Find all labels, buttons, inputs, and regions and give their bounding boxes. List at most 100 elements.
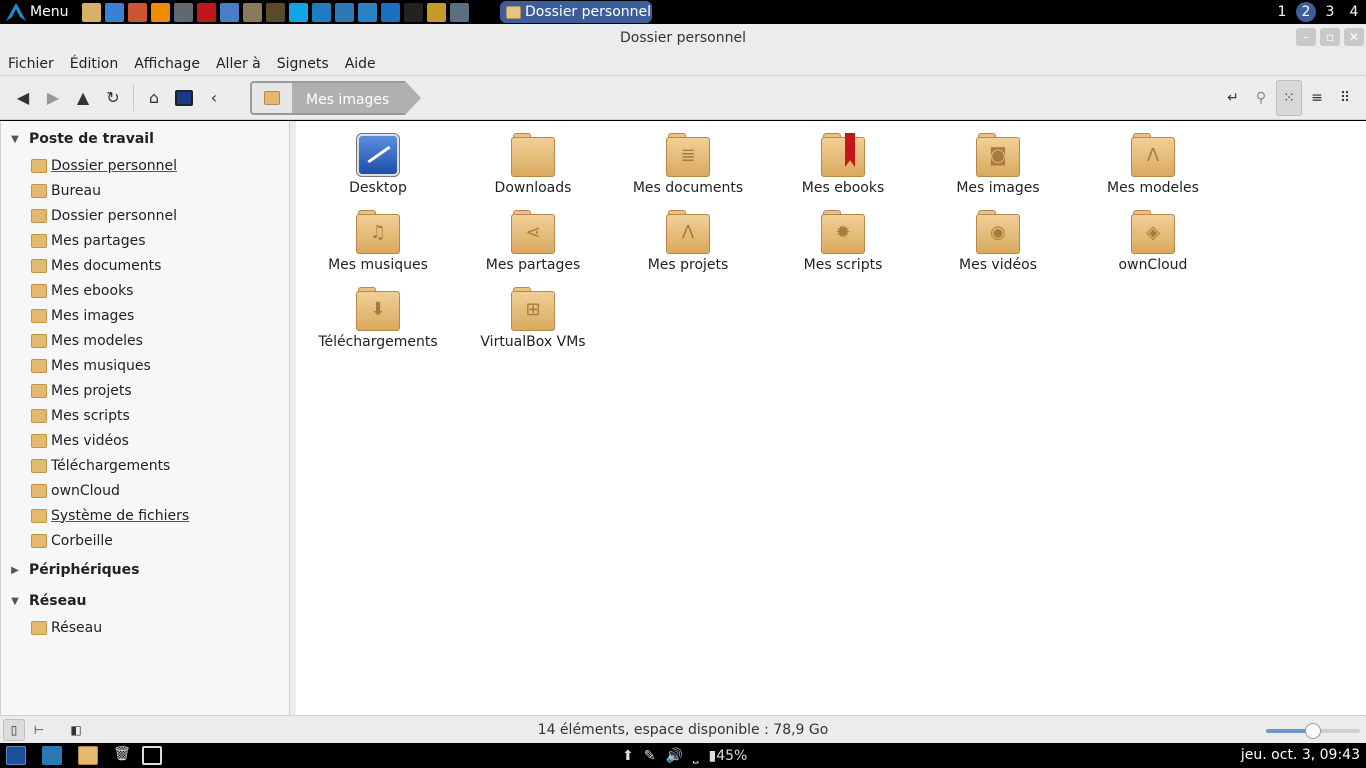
- file-item[interactable]: ◈ ownCloud: [1083, 198, 1223, 274]
- sidebar-item[interactable]: Mes projets: [1, 378, 289, 403]
- up-button[interactable]: ▲: [68, 83, 98, 113]
- file-item[interactable]: Desktop: [308, 121, 448, 197]
- pen-icon[interactable]: ✎: [644, 748, 656, 764]
- file-item[interactable]: ≣ Mes documents: [618, 121, 758, 197]
- sidebar-item[interactable]: Bureau: [1, 178, 289, 203]
- zoom-knob[interactable]: [1305, 723, 1321, 739]
- filezilla-icon[interactable]: [197, 2, 217, 22]
- workspace-4[interactable]: 4: [1342, 4, 1366, 20]
- sidebar-section-header[interactable]: ▶ Périphériques: [1, 556, 289, 584]
- chromium-icon[interactable]: [105, 2, 125, 22]
- computer-button[interactable]: [169, 83, 199, 113]
- file-item[interactable]: ♫ Mes musiques: [308, 198, 448, 274]
- vlc-icon[interactable]: [151, 2, 171, 22]
- monitor-icon[interactable]: [142, 746, 162, 765]
- sidebar-item[interactable]: Téléchargements: [1, 453, 289, 478]
- sidebar-item[interactable]: Mes images: [1, 303, 289, 328]
- sidebar-item[interactable]: Dossier personnel: [1, 153, 289, 178]
- breadcrumb-home[interactable]: [250, 81, 292, 115]
- compact-view-button[interactable]: ⠿: [1332, 80, 1358, 116]
- photos-icon[interactable]: [128, 2, 148, 22]
- sublime-icon[interactable]: [266, 2, 286, 22]
- workspace-2[interactable]: 2: [1296, 2, 1316, 22]
- cloud-icon[interactable]: [450, 2, 470, 22]
- files-icon[interactable]: [82, 2, 102, 22]
- sidebar-item[interactable]: Corbeille: [1, 528, 289, 553]
- file-item[interactable]: Λ Mes modeles: [1083, 121, 1223, 197]
- calculator-icon[interactable]: [381, 2, 401, 22]
- terminal-icon[interactable]: [404, 2, 424, 22]
- sidebar-item[interactable]: Système de fichiers: [1, 503, 289, 528]
- network-icon[interactable]: [358, 2, 378, 22]
- sidebar-item[interactable]: Mes ebooks: [1, 278, 289, 303]
- icon-view-button[interactable]: ⁙: [1276, 80, 1302, 116]
- breadcrumb-scroll-left[interactable]: ‹: [199, 83, 229, 113]
- pencil-app-icon[interactable]: [335, 2, 355, 22]
- forward-button[interactable]: ▶: [38, 83, 68, 113]
- menu-4[interactable]: Signets: [269, 56, 337, 72]
- sidebar-item[interactable]: ownCloud: [1, 478, 289, 503]
- update-arrow-icon[interactable]: ⬆: [622, 748, 634, 764]
- expander-open-icon[interactable]: ▼: [1, 596, 29, 607]
- file-item[interactable]: ◉ Mes vidéos: [928, 198, 1068, 274]
- menu-2[interactable]: Affichage: [126, 56, 208, 72]
- sidebar-item[interactable]: Dossier personnel: [1, 203, 289, 228]
- file-item[interactable]: ⊞ VirtualBox VMs: [463, 275, 603, 351]
- file-item[interactable]: Λ Mes projets: [618, 198, 758, 274]
- sidebar-item-label: Mes partages: [51, 232, 146, 249]
- headphones-icon[interactable]: [427, 2, 447, 22]
- window-titlebar[interactable]: Dossier personnel – ▫ ✕: [0, 24, 1366, 52]
- sidebar-item[interactable]: Mes scripts: [1, 403, 289, 428]
- sidebar-item[interactable]: Mes documents: [1, 253, 289, 278]
- keyboard-icon[interactable]: ⎵: [693, 748, 699, 764]
- sidebar-section-header[interactable]: ▼ Poste de travail: [1, 125, 289, 153]
- list-view-button[interactable]: ≡: [1304, 80, 1330, 116]
- sidebar-item[interactable]: Mes musiques: [1, 353, 289, 378]
- workspace-3[interactable]: 3: [1318, 4, 1342, 20]
- sidebar-item[interactable]: Mes modeles: [1, 328, 289, 353]
- reload-button[interactable]: ↻: [98, 83, 128, 113]
- zoom-slider[interactable]: [1266, 723, 1360, 739]
- file-manager-task-icon[interactable]: [78, 746, 98, 765]
- minimize-button[interactable]: –: [1296, 28, 1316, 46]
- clock[interactable]: jeu. oct. 3, 09:43: [1241, 747, 1360, 763]
- menu-3[interactable]: Aller à: [208, 56, 269, 72]
- gimp-icon[interactable]: [243, 2, 263, 22]
- breadcrumb-current[interactable]: Mes images: [292, 81, 422, 115]
- document-icon[interactable]: [220, 2, 240, 22]
- file-item[interactable]: ✹ Mes scripts: [773, 198, 913, 274]
- path-toggle-button[interactable]: ↵: [1220, 80, 1246, 116]
- taskbar-window-button[interactable]: Dossier personnel: [500, 1, 652, 23]
- menu-0[interactable]: Fichier: [0, 56, 62, 72]
- workspace-1[interactable]: 1: [1270, 4, 1294, 20]
- drive-icon: [31, 508, 47, 523]
- menu-5[interactable]: Aide: [337, 56, 384, 72]
- file-item[interactable]: Downloads: [463, 121, 603, 197]
- settings-icon[interactable]: [174, 2, 194, 22]
- system-monitor-icon[interactable]: [42, 746, 62, 765]
- file-item[interactable]: Mes ebooks: [773, 121, 913, 197]
- chevron-left-icon: ‹: [210, 88, 218, 107]
- sidebar-item[interactable]: Réseau: [1, 615, 289, 640]
- file-item[interactable]: ⋖ Mes partages: [463, 198, 603, 274]
- file-item[interactable]: ◙ Mes images: [928, 121, 1068, 197]
- home-button[interactable]: ⌂: [139, 83, 169, 113]
- maximize-button[interactable]: ▫: [1320, 28, 1340, 46]
- expander-closed-icon[interactable]: ▶: [1, 565, 29, 576]
- skype-icon[interactable]: [289, 2, 309, 22]
- menu-1[interactable]: Édition: [62, 56, 126, 72]
- sidebar-section-header[interactable]: ▼ Réseau: [1, 587, 289, 615]
- expander-open-icon[interactable]: ▼: [1, 134, 29, 145]
- remote-desktop-icon[interactable]: [312, 2, 332, 22]
- show-desktop-icon[interactable]: [6, 746, 26, 765]
- sidebar-item[interactable]: Mes vidéos: [1, 428, 289, 453]
- search-button[interactable]: ⚲: [1248, 80, 1274, 116]
- battery-indicator[interactable]: ▮45%: [709, 748, 748, 764]
- app-menu-button[interactable]: Menu: [0, 0, 74, 24]
- file-item[interactable]: ⬇ Téléchargements: [308, 275, 448, 351]
- back-button[interactable]: ◀: [8, 83, 38, 113]
- close-button[interactable]: ✕: [1344, 28, 1364, 46]
- sidebar-item[interactable]: Mes partages: [1, 228, 289, 253]
- volume-icon[interactable]: 🔊: [665, 748, 682, 764]
- trash-icon[interactable]: 🗑: [112, 746, 132, 765]
